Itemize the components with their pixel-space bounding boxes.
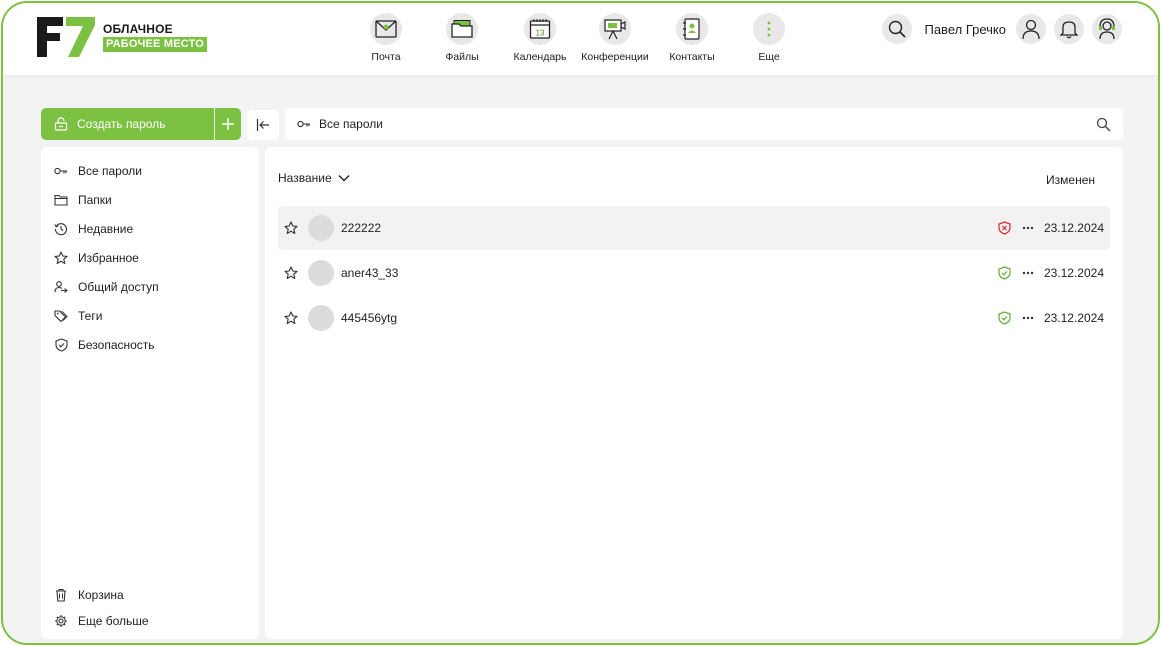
- history-icon: [53, 221, 69, 237]
- bell-icon: [1060, 21, 1078, 39]
- top-header: ОБЛАЧНОЕ РАБОЧЕЕ МЕСТО Почта Файлы 13 Ка…: [3, 3, 1158, 75]
- modified-date: 23.12.2024: [1043, 311, 1104, 325]
- more-vertical-icon: [753, 13, 785, 45]
- table-row[interactable]: 445456ytg 23.12.2024: [278, 296, 1110, 340]
- mail-icon: [370, 13, 402, 45]
- trash-icon: [53, 587, 69, 603]
- sidebar-item-folders[interactable]: Папки: [53, 189, 112, 211]
- key-icon: [297, 120, 310, 128]
- user-area: Павел Гречко: [882, 13, 1122, 45]
- star-icon: [53, 250, 69, 266]
- profile-button[interactable]: [1016, 14, 1046, 44]
- app-window: ОБЛАЧНОЕ РАБОЧЕЕ МЕСТО Почта Файлы 13 Ка…: [1, 1, 1160, 645]
- sidebar-item-security[interactable]: Безопасность: [53, 334, 155, 356]
- nav-mail-label: Почта: [371, 51, 401, 63]
- sidebar-item-tags[interactable]: Теги: [53, 305, 102, 327]
- user-name[interactable]: Павел Гречко: [924, 22, 1006, 37]
- sidebar-item-label: Папки: [78, 193, 112, 207]
- search-scope-label: Все пароли: [319, 117, 383, 131]
- sidebar-item-label: Теги: [78, 309, 103, 323]
- nav-contacts[interactable]: Контакты: [652, 13, 732, 63]
- shared-users-icon: [53, 279, 69, 295]
- sidebar-item-label: Все пароли: [78, 164, 142, 178]
- user-icon: [1022, 19, 1040, 40]
- support-button[interactable]: [1092, 14, 1122, 44]
- password-list-panel: Название Изменен 222222 23.12.2024 aner4…: [265, 147, 1123, 639]
- modified-date: 23.12.2024: [1043, 266, 1104, 280]
- favorite-star-icon[interactable]: [284, 221, 298, 235]
- password-name: aner43_33: [341, 266, 399, 280]
- table-row[interactable]: 222222 23.12.2024: [278, 206, 1110, 250]
- nav-mail[interactable]: Почта: [346, 13, 426, 63]
- folder-icon: [53, 192, 69, 208]
- notifications-button[interactable]: [1054, 14, 1084, 44]
- nav-calendar-label: Календарь: [513, 51, 567, 63]
- password-search-bar[interactable]: Все пароли: [285, 108, 1123, 140]
- sidebar-item-shared[interactable]: Общий доступ: [53, 276, 159, 298]
- sidebar-item-label: Общий доступ: [78, 280, 159, 294]
- sidebar-item-more[interactable]: Еще больше: [53, 610, 149, 632]
- row-more-icon[interactable]: [1021, 316, 1035, 320]
- nav-more[interactable]: Еще: [729, 13, 809, 63]
- calendar-icon: 13: [524, 13, 556, 45]
- presentation-icon: [599, 13, 631, 45]
- row-more-icon[interactable]: [1021, 271, 1035, 275]
- table-row[interactable]: aner43_33 23.12.2024: [278, 251, 1110, 295]
- create-password-button-group: Создать пароль: [41, 108, 241, 140]
- sidebar-item-trash[interactable]: Корзина: [53, 584, 124, 606]
- sidebar-item-label: Еще больше: [78, 614, 149, 628]
- nav-contacts-label: Контакты: [669, 51, 715, 63]
- folder-icon: [446, 13, 478, 45]
- nav-files-label: Файлы: [445, 51, 479, 63]
- shield-check-icon: [998, 311, 1012, 325]
- row-more-icon[interactable]: [1021, 226, 1035, 230]
- sidebar-item-label: Недавние: [78, 222, 134, 236]
- global-search-button[interactable]: [882, 14, 913, 44]
- nav-more-label: Еще: [758, 51, 780, 63]
- favorite-star-icon[interactable]: [284, 266, 298, 280]
- password-name: 222222: [341, 221, 382, 235]
- nav-conferences-label: Конференции: [581, 51, 649, 63]
- avatar: [308, 260, 334, 286]
- password-name: 445456ytg: [341, 311, 398, 325]
- plus-icon: [222, 118, 234, 130]
- modified-date: 23.12.2024: [1043, 221, 1104, 235]
- shield-check-icon: [998, 266, 1012, 280]
- favorite-star-icon[interactable]: [284, 311, 298, 325]
- sort-by-name-header[interactable]: Название: [278, 171, 350, 185]
- tags-icon: [53, 308, 69, 324]
- nav-calendar[interactable]: 13 Календарь: [500, 13, 580, 63]
- sidebar-item-label: Избранное: [78, 251, 139, 265]
- search-icon: [889, 20, 907, 38]
- nav-files[interactable]: Файлы: [422, 13, 502, 63]
- shield-check-icon: [53, 337, 69, 353]
- chevron-down-icon: [338, 175, 350, 182]
- create-password-button[interactable]: Создать пароль: [41, 108, 214, 140]
- column-name-label: Название: [278, 171, 332, 185]
- calendar-day: 13: [536, 29, 545, 38]
- key-icon: [53, 163, 69, 179]
- contacts-icon: [676, 13, 708, 45]
- column-changed-label[interactable]: Изменен: [1046, 173, 1095, 187]
- search-icon[interactable]: [1096, 117, 1111, 132]
- headset-icon: [1099, 18, 1115, 40]
- shield-warning-icon: [998, 221, 1012, 235]
- collapse-left-icon: [256, 119, 269, 131]
- nav-conferences[interactable]: Конференции: [575, 13, 655, 63]
- collapse-sidebar-button[interactable]: [247, 110, 279, 140]
- gear-icon: [53, 613, 69, 629]
- avatar: [308, 215, 334, 241]
- avatar: [308, 305, 334, 331]
- sidebar-item-label: Корзина: [78, 588, 124, 602]
- sidebar: Все пароли Папки Недавние Избранное Общи…: [41, 147, 259, 639]
- sidebar-item-favorites[interactable]: Избранное: [53, 247, 139, 269]
- create-plus-button[interactable]: [215, 108, 241, 140]
- sidebar-item-recent[interactable]: Недавние: [53, 218, 133, 240]
- sidebar-item-label: Безопасность: [78, 338, 155, 352]
- create-password-label: Создать пароль: [77, 117, 166, 131]
- lock-icon: [54, 117, 68, 131]
- sidebar-item-all-passwords[interactable]: Все пароли: [53, 160, 142, 182]
